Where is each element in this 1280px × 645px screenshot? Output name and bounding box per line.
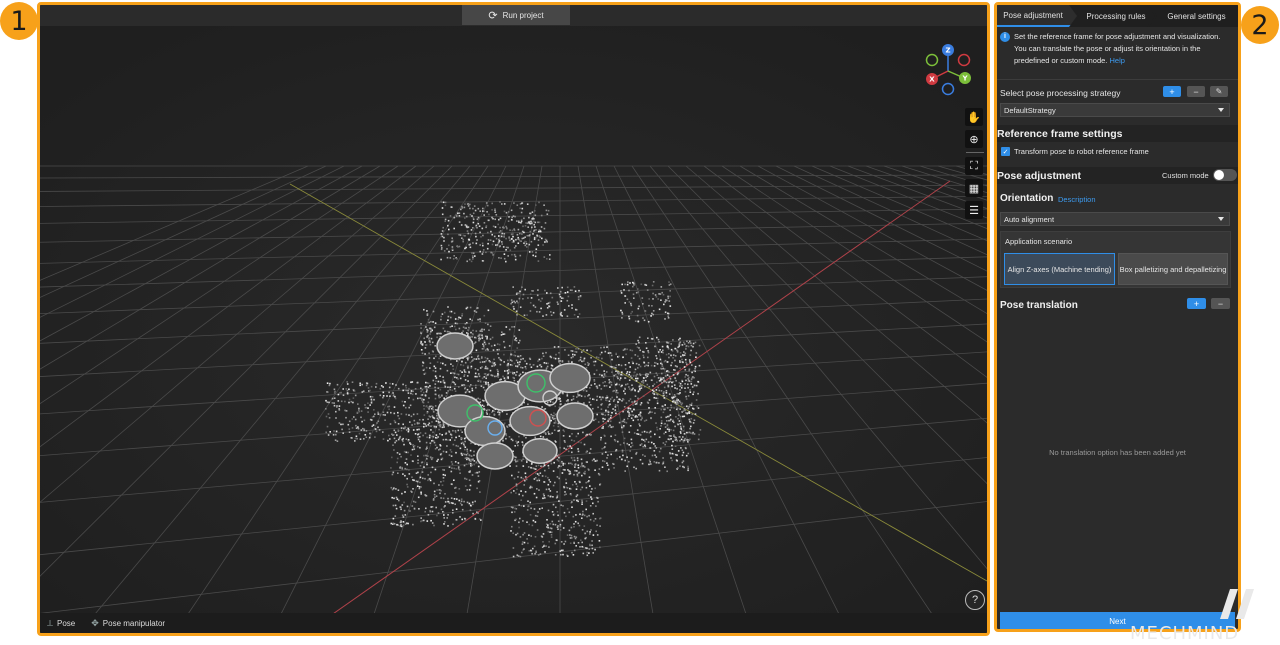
toolbar-divider [966, 152, 984, 153]
help-link[interactable]: Help [1109, 56, 1124, 65]
grid-icon[interactable]: ▦ [965, 179, 983, 197]
pose-translation-title: Pose translation [1000, 300, 1078, 311]
chevron-down-icon [1218, 108, 1224, 112]
callout-badge-2: 2 [1241, 6, 1279, 44]
info-icon: i [1000, 32, 1010, 42]
fit-view-icon[interactable]: ⛶ [965, 157, 983, 175]
chevron-down-icon [1218, 217, 1224, 221]
strategy-label: Select pose processing strategy [1000, 88, 1121, 98]
viewer-bottom-bar: ⟂ Pose ✥ Pose manipulator [40, 613, 987, 633]
pose-legend-item[interactable]: ⟂ Pose [47, 618, 75, 629]
application-scenario-label: Application scenario [1005, 237, 1073, 246]
remove-strategy-button[interactable]: − [1187, 86, 1205, 97]
transform-to-robot-frame-label: Transform pose to robot reference frame [1014, 147, 1149, 156]
tab-pose-adjustment[interactable]: Pose adjustment [997, 5, 1077, 27]
pose-manipulator-label: Pose manipulator [102, 618, 166, 628]
callout-badge-1: 1 [0, 2, 38, 40]
orientation-description-link[interactable]: Description [1058, 195, 1096, 204]
zoom-icon[interactable]: ⊕ [965, 130, 983, 148]
step-tabs: Pose adjustment Processing rules General… [997, 5, 1238, 27]
point-cloud-scene[interactable] [40, 26, 987, 613]
transform-to-robot-frame-checkbox[interactable]: ✓ [1001, 147, 1010, 156]
custom-mode-toggle[interactable] [1212, 169, 1237, 181]
axis-gizmo[interactable]: Z X Y [922, 43, 974, 99]
strategy-select[interactable]: DefaultStrategy [1000, 103, 1230, 117]
divider [997, 79, 1238, 80]
custom-mode-control: Custom mode [1162, 169, 1237, 181]
orientation-select-value: Auto alignment [1004, 214, 1055, 224]
box-palletizing-button[interactable]: Box palletizing and depalletizing [1118, 253, 1228, 285]
run-project-label: Run project [502, 10, 544, 20]
application-scenario-box: Application scenario Align Z-axes (Machi… [1000, 231, 1231, 288]
view-toolbar: ✋ ⊕ ⛶ ▦ ☰ [965, 108, 985, 219]
remove-translation-button[interactable]: − [1211, 298, 1230, 309]
help-button[interactable]: ? [965, 590, 985, 610]
reference-frame-section-title: Reference frame settings [997, 125, 1238, 142]
viewer-top-bar: ⟳ Run project [40, 5, 987, 26]
add-strategy-button[interactable]: + [1163, 86, 1181, 97]
custom-mode-label: Custom mode [1162, 170, 1209, 180]
info-message: i Set the reference frame for pose adjus… [1000, 31, 1234, 67]
info-text-block: Set the reference frame for pose adjustm… [1014, 31, 1234, 67]
add-translation-button[interactable]: + [1187, 298, 1206, 309]
gizmo-z-label: Z [945, 47, 950, 55]
empty-translation-message: No translation option has been added yet [1049, 448, 1186, 457]
3d-viewer-panel: ⟳ Run project Z X Y ✋ ⊕ ⛶ ▦ ☰ ? ⟂ Pose ✥… [37, 2, 990, 636]
legend-icon[interactable]: ☰ [965, 201, 983, 219]
orientation-title: Orientation [1000, 193, 1054, 204]
run-project-button[interactable]: ⟳ Run project [462, 5, 570, 25]
pose-manipulator-icon: ✥ [91, 617, 99, 628]
hand-icon[interactable]: ✋ [965, 108, 983, 126]
transform-to-robot-frame-option: ✓ Transform pose to robot reference fram… [1001, 147, 1149, 156]
gizmo-x-label: X [929, 76, 935, 84]
orientation-select[interactable]: Auto alignment [1000, 212, 1230, 226]
brand-watermark: MECHMIND [1126, 583, 1278, 644]
edit-strategy-button[interactable]: ✎ [1210, 86, 1228, 97]
refresh-icon: ⟳ [488, 9, 498, 22]
pose-icon: ⟂ [47, 617, 54, 628]
tab-general-settings[interactable]: General settings [1149, 5, 1238, 27]
gizmo-y-label: Y [961, 75, 968, 83]
align-z-axes-button[interactable]: Align Z-axes (Machine tending) [1004, 253, 1115, 285]
brand-logo-mark [1220, 589, 1254, 619]
pose-label: Pose [57, 618, 76, 628]
screenshot-root: 1 2 ⟳ Run project Z X Y ✋ ⊕ ⛶ ▦ ☰ ? ⟂ Po… [0, 0, 1280, 645]
pose-manipulator-item[interactable]: ✥ Pose manipulator [91, 618, 165, 629]
brand-watermark-text: MECHMIND [1130, 623, 1240, 644]
strategy-select-value: DefaultStrategy [1004, 105, 1056, 115]
tab-processing-rules[interactable]: Processing rules [1071, 5, 1155, 27]
pose-settings-panel: Pose adjustment Processing rules General… [994, 2, 1241, 632]
toggle-knob [1213, 170, 1224, 180]
